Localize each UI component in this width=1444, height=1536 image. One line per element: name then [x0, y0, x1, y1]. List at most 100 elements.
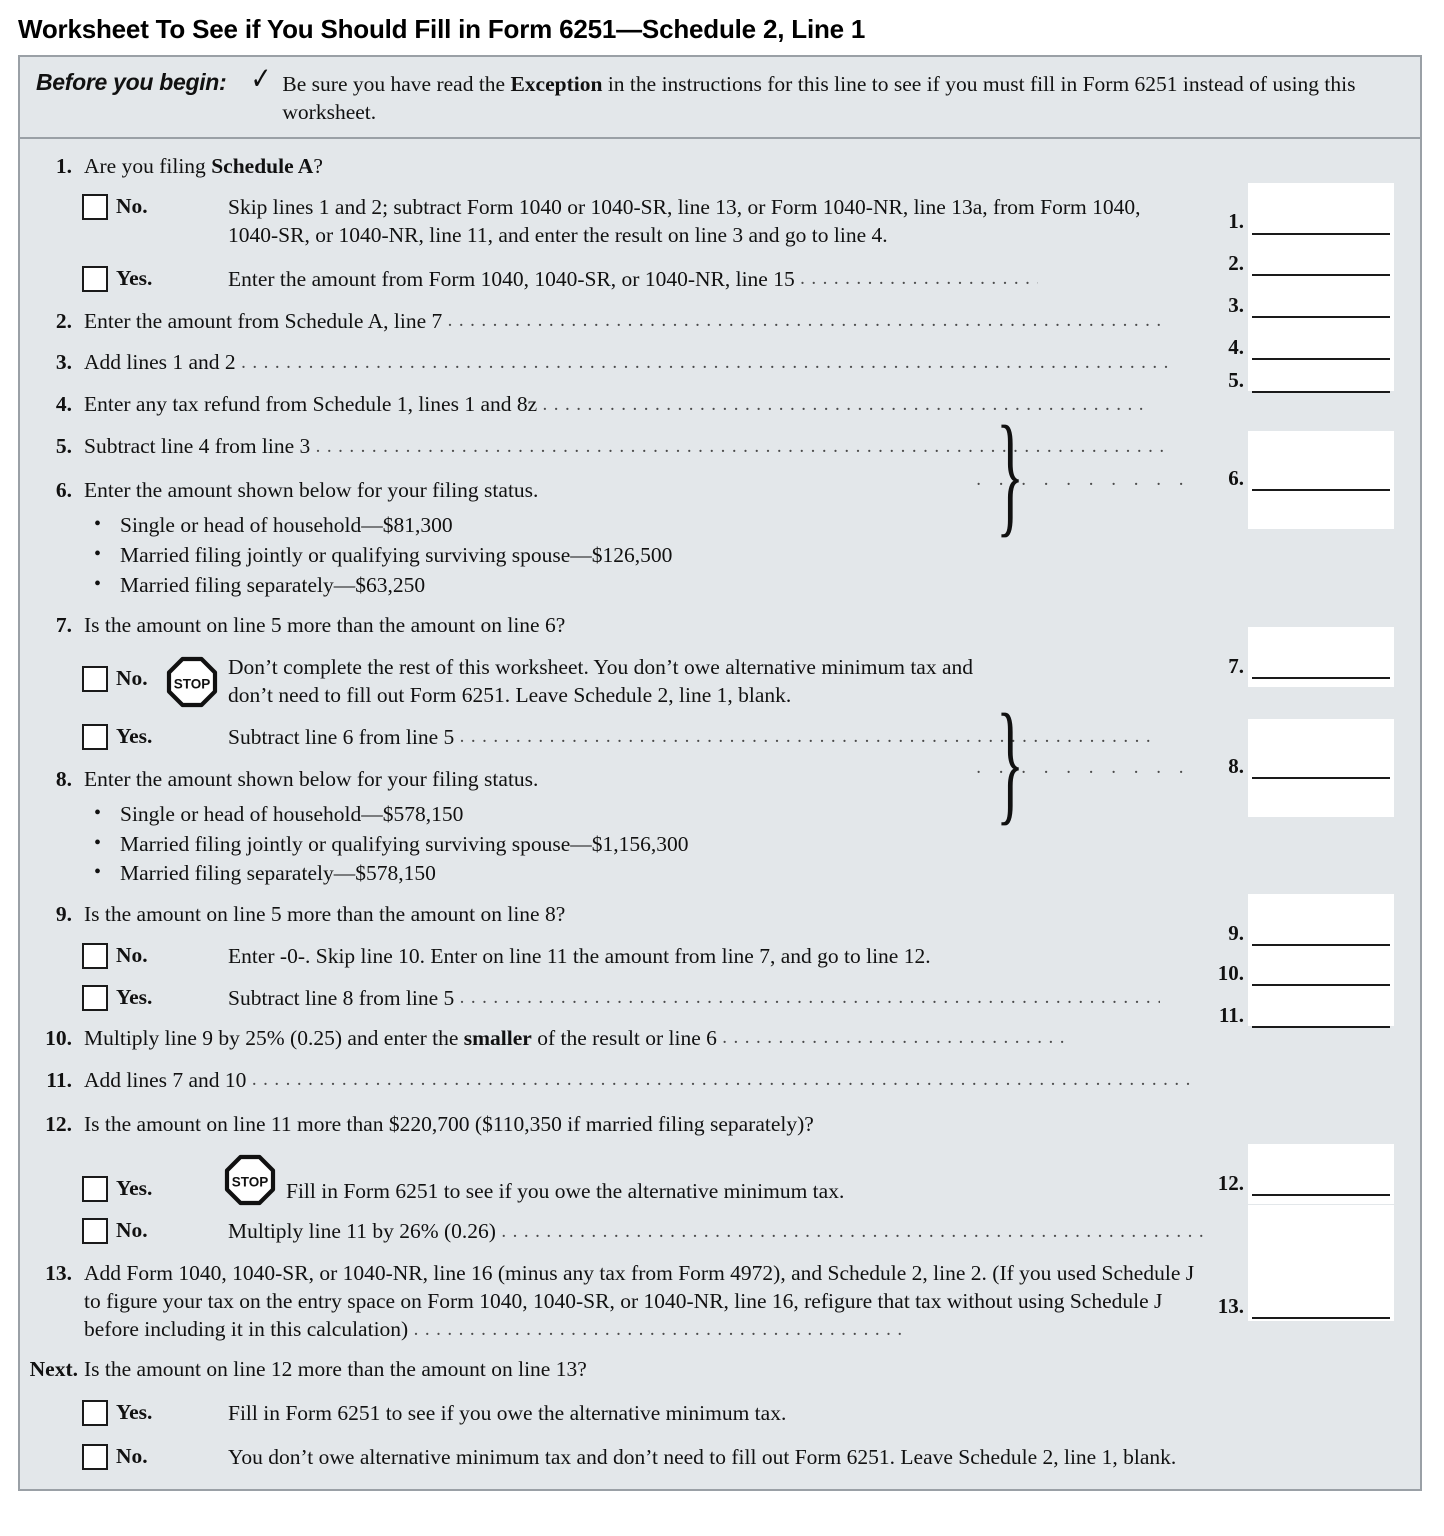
line-7-yes-checkbox[interactable] — [82, 723, 108, 750]
line-9-question: Is the amount on line 5 more than the am… — [84, 901, 566, 926]
line-9-no-text: Enter -0-. Skip line 10. Enter on line 1… — [228, 943, 931, 968]
line-3-text-wrap: Add lines 1 and 2 ......................… — [84, 349, 1220, 377]
line-8-bullet-1: Married filing jointly or qualifying sur… — [94, 830, 1220, 860]
next-question: Is the amount on line 12 more than the a… — [84, 1357, 587, 1382]
next-no-checkbox[interactable] — [82, 1444, 108, 1471]
line-10-text-wrap: Multiply line 9 by 25% (0.25) and enter … — [84, 1025, 1220, 1053]
leader-dots-9: ........................................… — [459, 986, 1160, 1008]
line-8-bullet-0: Single or head of household—$578,150 — [94, 800, 1220, 830]
next-no-choice[interactable]: No. You don’t owe alternative minimum ta… — [20, 1440, 1420, 1472]
line-10-number: 10. — [45, 1025, 72, 1050]
line-12-question-row: 12. Is the amount on line 11 more than $… — [20, 1111, 1420, 1139]
line-3-row: 3. Add lines 1 and 2 ...................… — [20, 349, 1420, 377]
leader-dots-4: ........................................… — [542, 393, 1143, 415]
line-10-text-part2: of the result or line 6 — [531, 1025, 717, 1050]
before-you-begin-label: Before you begin: — [36, 69, 227, 95]
line-12-no-checkbox[interactable] — [82, 1218, 108, 1245]
line-8-bullets: Single or head of household—$578,150 Mar… — [20, 800, 1420, 889]
line-4-row: 4. Enter any tax refund from Schedule 1,… — [20, 391, 1420, 419]
line-7-no-checkbox[interactable] — [82, 666, 108, 693]
leader-dots-13: ........................................… — [413, 1318, 906, 1340]
line-13-text-wrap: Add Form 1040, 1040-SR, or 1040-NR, line… — [84, 1260, 1214, 1344]
line-2-text: Enter the amount from Schedule A, line 7 — [84, 308, 443, 333]
before-you-begin-exception-bold: Exception — [510, 72, 603, 96]
line-6-row: 6. Enter the amount shown below for your… — [20, 477, 1420, 505]
line-7-question: Is the amount on line 5 more than the am… — [84, 613, 566, 638]
line-1-no-checkbox[interactable] — [82, 193, 108, 220]
next-question-row: Next. Is the amount on line 12 more than… — [20, 1356, 1420, 1384]
line-12-no-label: No. — [116, 1218, 148, 1243]
line-11-text: Add lines 7 and 10 — [84, 1067, 247, 1092]
stop-sign-icon: STOP — [166, 656, 218, 708]
line-5-row: 5. Subtract line 4 from line 3 .........… — [20, 433, 1420, 461]
line-12-yes-checkbox[interactable] — [82, 1176, 108, 1203]
leader-dots-8: . . . . . . . . . . — [976, 756, 1190, 778]
leader-dots-2: ........................................… — [447, 309, 1164, 331]
line-1-no-choice[interactable]: No. Skip lines 1 and 2; subtract Form 10… — [20, 190, 1420, 250]
line-7-no-choice[interactable]: No. STOP Don’t complete the rest of this… — [20, 648, 1420, 710]
next-no-label: No. — [116, 1444, 148, 1469]
checkmark-icon: ✓ — [251, 61, 272, 97]
before-you-begin-text-part1: Be sure you have read the — [282, 72, 511, 96]
line-3-number: 3. — [55, 350, 72, 375]
leader-dots-5: ........................................… — [315, 435, 1164, 457]
line-7-question-row: 7. Is the amount on line 5 more than the… — [20, 612, 1420, 640]
line-4-number: 4. — [55, 392, 72, 417]
line-8-number: 8. — [55, 766, 72, 791]
line-9-yes-choice[interactable]: Yes. Subtract line 8 from line 5 .......… — [20, 981, 1420, 1013]
line-5-text-wrap: Subtract line 4 from line 3 ............… — [84, 433, 1220, 461]
leader-dots-11: ........................................… — [251, 1068, 1192, 1090]
leader-dots-12: ........................................… — [501, 1220, 1206, 1242]
line-1-question: Are you filing Schedule A? — [84, 153, 1220, 181]
next-yes-checkbox[interactable] — [82, 1400, 108, 1427]
line-9-no-label: No. — [116, 942, 148, 967]
line-12-no-text: Multiply line 11 by 26% (0.26) — [228, 1219, 496, 1244]
line-1-yes-checkbox[interactable] — [82, 265, 108, 292]
line-4-text: Enter any tax refund from Schedule 1, li… — [84, 392, 538, 417]
line-12-number: 12. — [45, 1111, 72, 1136]
line-2-row: 2. Enter the amount from Schedule A, lin… — [20, 308, 1420, 336]
line-6-bullet-0: Single or head of household—$81,300 — [94, 511, 1220, 541]
before-you-begin-band: Before you begin: ✓ Be sure you have rea… — [20, 57, 1420, 139]
line-9-question-row: 9. Is the amount on line 5 more than the… — [20, 901, 1420, 929]
line-1-question-row: 1. Are you filing Schedule A? — [20, 153, 1420, 181]
line-8-row: 8. Enter the amount shown below for your… — [20, 766, 1420, 794]
line-1-number: 1. — [55, 153, 72, 178]
line-6-bullet-2: Married filing separately—$63,250 — [94, 571, 1220, 601]
line-7-yes-choice[interactable]: Yes. Subtract line 6 from line 5 .......… — [20, 720, 1420, 752]
page-title: Worksheet To See if You Should Fill in F… — [18, 14, 866, 44]
line-1-question-bold: Schedule A — [211, 153, 314, 178]
leader-dots-1: ........................................… — [800, 267, 1038, 289]
line-7-yes-label: Yes. — [116, 723, 153, 748]
line-9-yes-text-wrap: Subtract line 8 from line 5 ............… — [228, 981, 1220, 1013]
line-2-number: 2. — [55, 308, 72, 333]
line-5-number: 5. — [55, 434, 72, 459]
line-1-no-label: No. — [116, 193, 148, 218]
line-9-yes-checkbox[interactable] — [82, 984, 108, 1011]
line-1-yes-text-label: Enter the amount from Form 1040, 1040-SR… — [228, 266, 795, 291]
next-yes-choice[interactable]: Yes. Fill in Form 6251 to see if you owe… — [20, 1396, 1420, 1428]
line-11-text-wrap: Add lines 7 and 10 .....................… — [84, 1067, 1220, 1095]
line-8-bullet-2: Married filing separately—$578,150 — [94, 859, 1220, 889]
line-7-yes-text-wrap: Subtract line 6 from line 5 ............… — [228, 720, 1220, 752]
next-yes-label: Yes. — [116, 1400, 153, 1425]
line-9-number: 9. — [55, 901, 72, 926]
line-13-row: 13. Add Form 1040, 1040-SR, or 1040-NR, … — [20, 1260, 1420, 1344]
next-no-text: You don’t owe alternative minimum tax an… — [228, 1445, 1177, 1470]
svg-text:STOP: STOP — [232, 1175, 269, 1190]
line-9-no-choice[interactable]: No. Enter -0-. Skip line 10. Enter on li… — [20, 939, 1420, 971]
worksheet-body: 1. 2. 3. 4. 5. 6. 7. 8. 9. 10. 11. 12. 1… — [20, 139, 1420, 1489]
line-12-yes-choice[interactable]: Yes. STOP Fill in Form 6251 to see if yo… — [20, 1154, 1420, 1206]
svg-text:STOP: STOP — [174, 677, 211, 692]
line-7-number: 7. — [55, 613, 72, 638]
line-1-yes-label: Yes. — [116, 265, 153, 290]
line-10-text-bold: smaller — [463, 1025, 532, 1050]
line-12-no-choice[interactable]: No. Multiply line 11 by 26% (0.26) .....… — [20, 1214, 1420, 1246]
line-7-no-label: No. — [116, 666, 148, 691]
line-6-bullets: Single or head of household—$81,300 Marr… — [20, 511, 1420, 600]
worksheet-container: Before you begin: ✓ Be sure you have rea… — [18, 55, 1422, 1491]
line-1-yes-choice[interactable]: Yes. Enter the amount from Form 1040, 10… — [20, 262, 1420, 294]
line-12-yes-text: Fill in Form 6251 to see if you owe the … — [286, 1179, 845, 1204]
line-9-no-checkbox[interactable] — [82, 942, 108, 969]
line-9-yes-label: Yes. — [116, 984, 153, 1009]
